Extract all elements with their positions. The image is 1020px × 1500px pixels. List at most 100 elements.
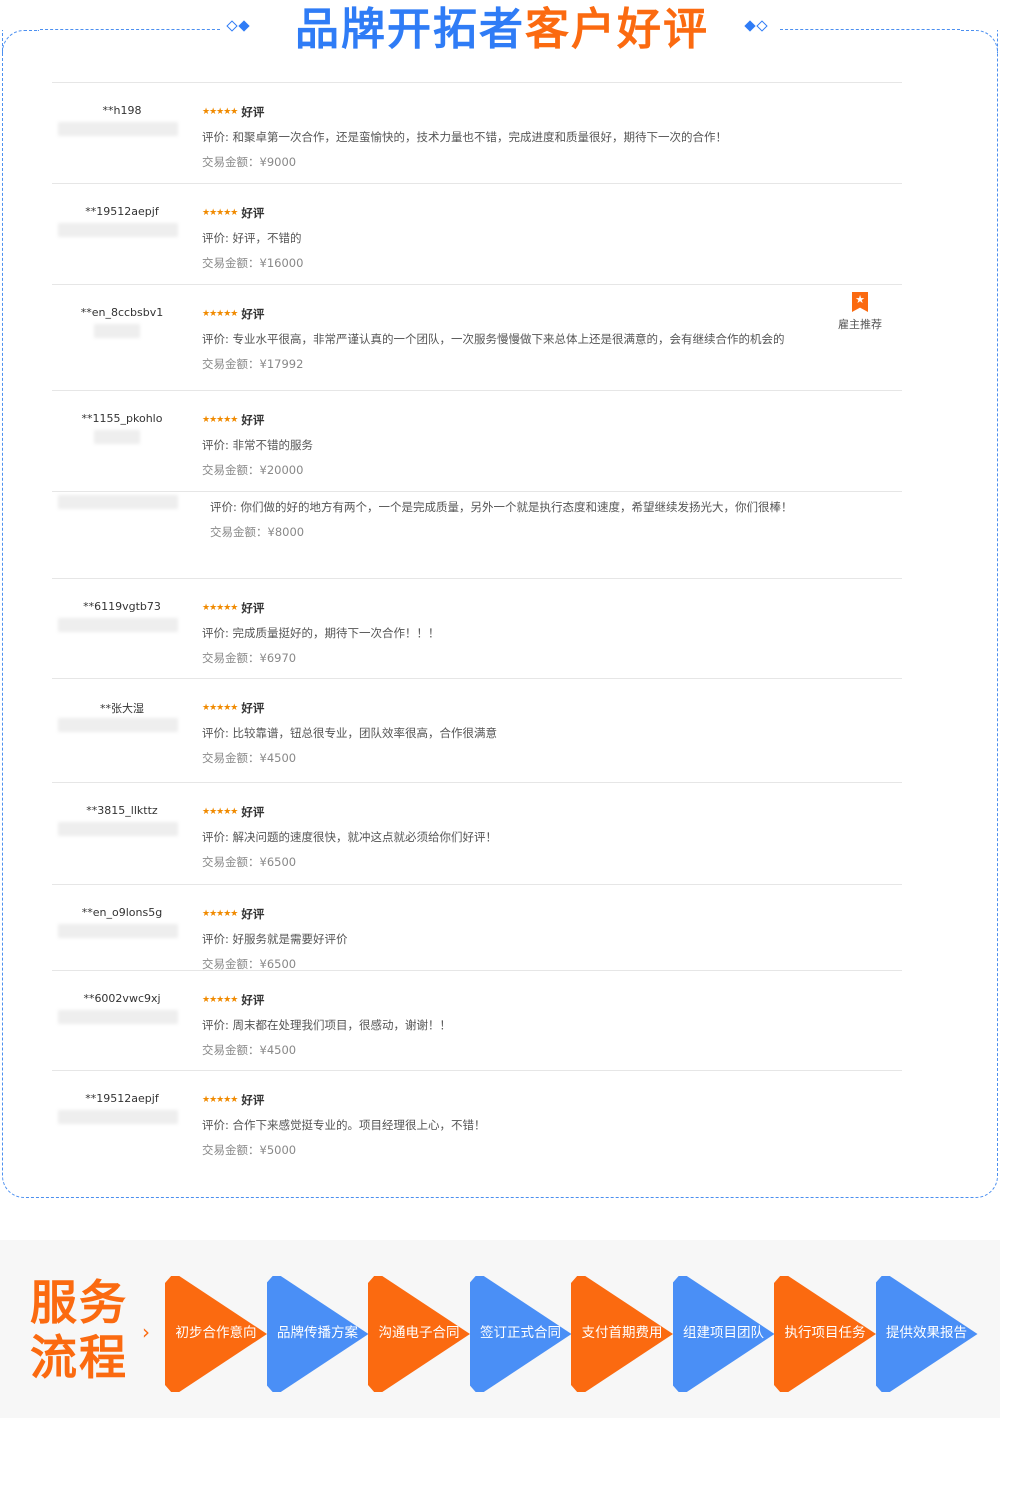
star-rating-icon: ★★★★★ <box>202 415 238 425</box>
review-item: **en_8ccbsbv1 ★★★★★ 好评评价: 专业水平很高，非常严谨认真的一个… <box>52 284 902 390</box>
process-step: 提供效果报告 <box>875 1276 978 1392</box>
review-amount: 交易金额：¥20000 <box>202 463 304 477</box>
review-comment: 评价: 比较靠谱，钮总很专业，团队效率很高，合作很满意 <box>202 726 498 740</box>
review-item: **19512aepjf ★★★★★ 好评评价: 好评，不错的 交易金额：¥16000 <box>52 183 902 284</box>
review-amount: 交易金额：¥6970 <box>202 651 297 665</box>
service-title-line2: 流程 <box>30 1331 128 1386</box>
review-item: **6002vwc9xj ★★★★★ 好评 评价: 周末都在处理我们项目，很感动，谢谢… <box>52 970 902 1070</box>
review-rating-label: 好评 <box>241 1093 265 1107</box>
avatar-blur <box>94 324 140 338</box>
process-step: 组建项目团队 <box>672 1276 775 1392</box>
avatar-blur <box>94 430 140 444</box>
review-username: **19512aepjf <box>85 1092 159 1105</box>
review-comment: 评价: 专业水平很高，非常严谨认真的一个团队，一次服务慢慢做下来总体上还是很满意… <box>202 332 785 346</box>
avatar-blur <box>58 1110 178 1124</box>
process-step: 支付首期费用 <box>571 1276 673 1392</box>
process-step: 执行项目任务 <box>774 1276 876 1392</box>
employer-recommend-badge: ★ 雇主推荐 <box>832 292 888 332</box>
review-rating: ★★★★★ 好评 <box>202 410 802 430</box>
star-rating-icon: ★★★★★ <box>202 703 238 713</box>
review-comment: 评价: 完成质量挺好的，期待下一次合作！！！ <box>202 626 440 640</box>
review-item: **6119vgtb73 ★★★★★ 好评评价: 完成质量挺好的，期待下一次合作！！… <box>52 578 902 678</box>
review-username: **6119vgtb73 <box>83 600 161 613</box>
review-comment: 评价: 好评，不错的 <box>202 231 302 245</box>
review-username: **6002vwc9xj <box>83 992 161 1005</box>
review-rating: ★★★★★ 好评 <box>202 1090 802 1110</box>
review-rating-label: 好评 <box>241 206 265 220</box>
review-item: **h198 ★★★★★ 好评 评价: 和聚卓第一次合作，还是蛮愉快的，技术力量也不错… <box>52 82 902 183</box>
review-item: **张大湿 ★★★★★ 好评评价: 比较靠谱，钮总很专业，团队效率很高，合作很满意交… <box>52 678 902 782</box>
avatar-blur <box>58 1010 178 1024</box>
process-step-label: 沟通电子合同 <box>378 1325 460 1341</box>
process-steps: 初步合作意向 品牌传播方案 沟通电子合同 签订正式合同 支付首期费用 组建项目团队 执行项目… <box>165 1276 985 1392</box>
review-rating-label: 好评 <box>241 307 265 321</box>
avatar-blur <box>58 924 178 938</box>
review-item: **19512aepjf ★★★★★ 好评评价: 合作下来感觉挺专业的。项目经理很上… <box>52 1070 902 1170</box>
chevron-right-icon: › <box>142 1320 150 1344</box>
process-step-label: 提供效果报告 <box>886 1325 967 1341</box>
star-rating-icon: ★★★★★ <box>202 995 238 1005</box>
review-amount: 交易金额：¥5000 <box>202 1143 297 1157</box>
review-amount: 交易金额：¥16000 <box>202 256 304 270</box>
avatar-blur <box>58 618 178 632</box>
review-rating: ★★★★★ 好评 <box>202 598 802 618</box>
review-rating-label: 好评 <box>241 601 265 615</box>
review-item: **1155_pkohlo ★★★★★ 好评评价: 非常不错的服务 交易金额：¥200… <box>52 390 902 491</box>
review-rating: ★★★★★ 好评 <box>202 802 802 822</box>
review-username: **en_8ccbsbv1 <box>80 306 164 319</box>
service-process-title: 服务 流程 <box>30 1276 140 1386</box>
review-amount: 交易金额：¥4500 <box>202 751 297 765</box>
review-comment: 评价: 你们做的好的地方有两个，一个是完成质量，另外一个就是执行态度和速度，希望… <box>210 500 793 514</box>
review-item: **en_o9lons5g ★★★★★ 好评 评价: 好服务就是需要好评价 交易金额：¥… <box>52 884 902 971</box>
review-username: **en_o9lons5g <box>81 906 163 919</box>
star-rating-icon: ★★★★★ <box>202 107 238 117</box>
process-step-label: 执行项目任务 <box>784 1325 866 1341</box>
review-rating: ★★★★★ 好评 <box>202 102 802 122</box>
review-username: **张大湿 <box>100 702 144 715</box>
review-comment: 评价: 非常不错的服务 <box>202 438 314 452</box>
avatar-blur <box>58 718 178 732</box>
process-step-label: 组建项目团队 <box>683 1325 764 1341</box>
review-comment: 评价: 好服务就是需要好评价 <box>202 932 348 946</box>
review-comment: 评价: 解决问题的速度很快，就冲这点就必须给你们好评！ <box>202 830 498 844</box>
service-title-line1: 服务 <box>30 1276 128 1331</box>
review-amount: 交易金额：¥9000 <box>202 155 297 169</box>
review-rating-label: 好评 <box>241 701 265 715</box>
review-username: **3815_llkttz <box>86 804 158 817</box>
star-rating-icon: ★★★★★ <box>202 909 238 919</box>
review-username: **19512aepjf <box>85 205 159 218</box>
review-rating: ★★★★★ 好评 <box>202 904 802 924</box>
review-amount: 交易金额：¥4500 <box>202 1043 297 1057</box>
star-rating-icon: ★★★★★ <box>202 807 238 817</box>
review-rating-label: 好评 <box>241 105 265 119</box>
process-step-label: 初步合作意向 <box>175 1325 257 1341</box>
badge-label: 雇主推荐 <box>838 318 882 331</box>
star-rating-icon: ★★★★★ <box>202 208 238 218</box>
review-comment: 评价: 和聚卓第一次合作，还是蛮愉快的，技术力量也不错，完成进度和质量很好，期待… <box>202 130 728 144</box>
review-rating-label: 好评 <box>241 413 265 427</box>
avatar-blur <box>58 495 178 509</box>
review-item: **3815_llkttz ★★★★★ 好评评价: 解决问题的速度很快，就冲这点就必… <box>52 782 902 884</box>
review-rating: ★★★★★ 好评 <box>202 990 802 1010</box>
process-step: 签订正式合同 <box>469 1276 572 1392</box>
star-rating-icon: ★★★★★ <box>202 603 238 613</box>
review-amount: 交易金额：¥6500 <box>202 855 297 869</box>
review-amount: 交易金额：¥17992 <box>202 357 304 371</box>
avatar-blur <box>58 223 178 237</box>
review-rating: ★★★★★ 好评 <box>202 203 802 223</box>
review-rating-label: 好评 <box>241 907 265 921</box>
review-item: 评价: 你们做的好的地方有两个，一个是完成质量，另外一个就是执行态度和速度，希望… <box>52 491 902 551</box>
star-rating-icon: ★★★★★ <box>202 1095 238 1105</box>
review-rating: ★★★★★ 好评 <box>202 698 802 718</box>
review-rating: ★★★★★ 好评 <box>202 304 802 324</box>
review-username: **1155_pkohlo <box>81 412 163 425</box>
header-diamond-icon-right <box>744 20 768 32</box>
review-rating-label: 好评 <box>241 993 265 1007</box>
review-rating-label: 好评 <box>241 805 265 819</box>
header-diamond-icon-left <box>226 20 250 32</box>
service-process: 服务 流程 › 初步合作意向 品牌传播方案 沟通电子合同 签订正式合同 支付首期费用 组建… <box>0 1240 1000 1418</box>
process-step-label: 签订正式合同 <box>480 1325 561 1341</box>
review-comment: 评价: 合作下来感觉挺专业的。项目经理很上心，不错！ <box>202 1118 486 1132</box>
avatar-blur <box>58 822 178 836</box>
process-step: 品牌传播方案 <box>266 1276 369 1392</box>
